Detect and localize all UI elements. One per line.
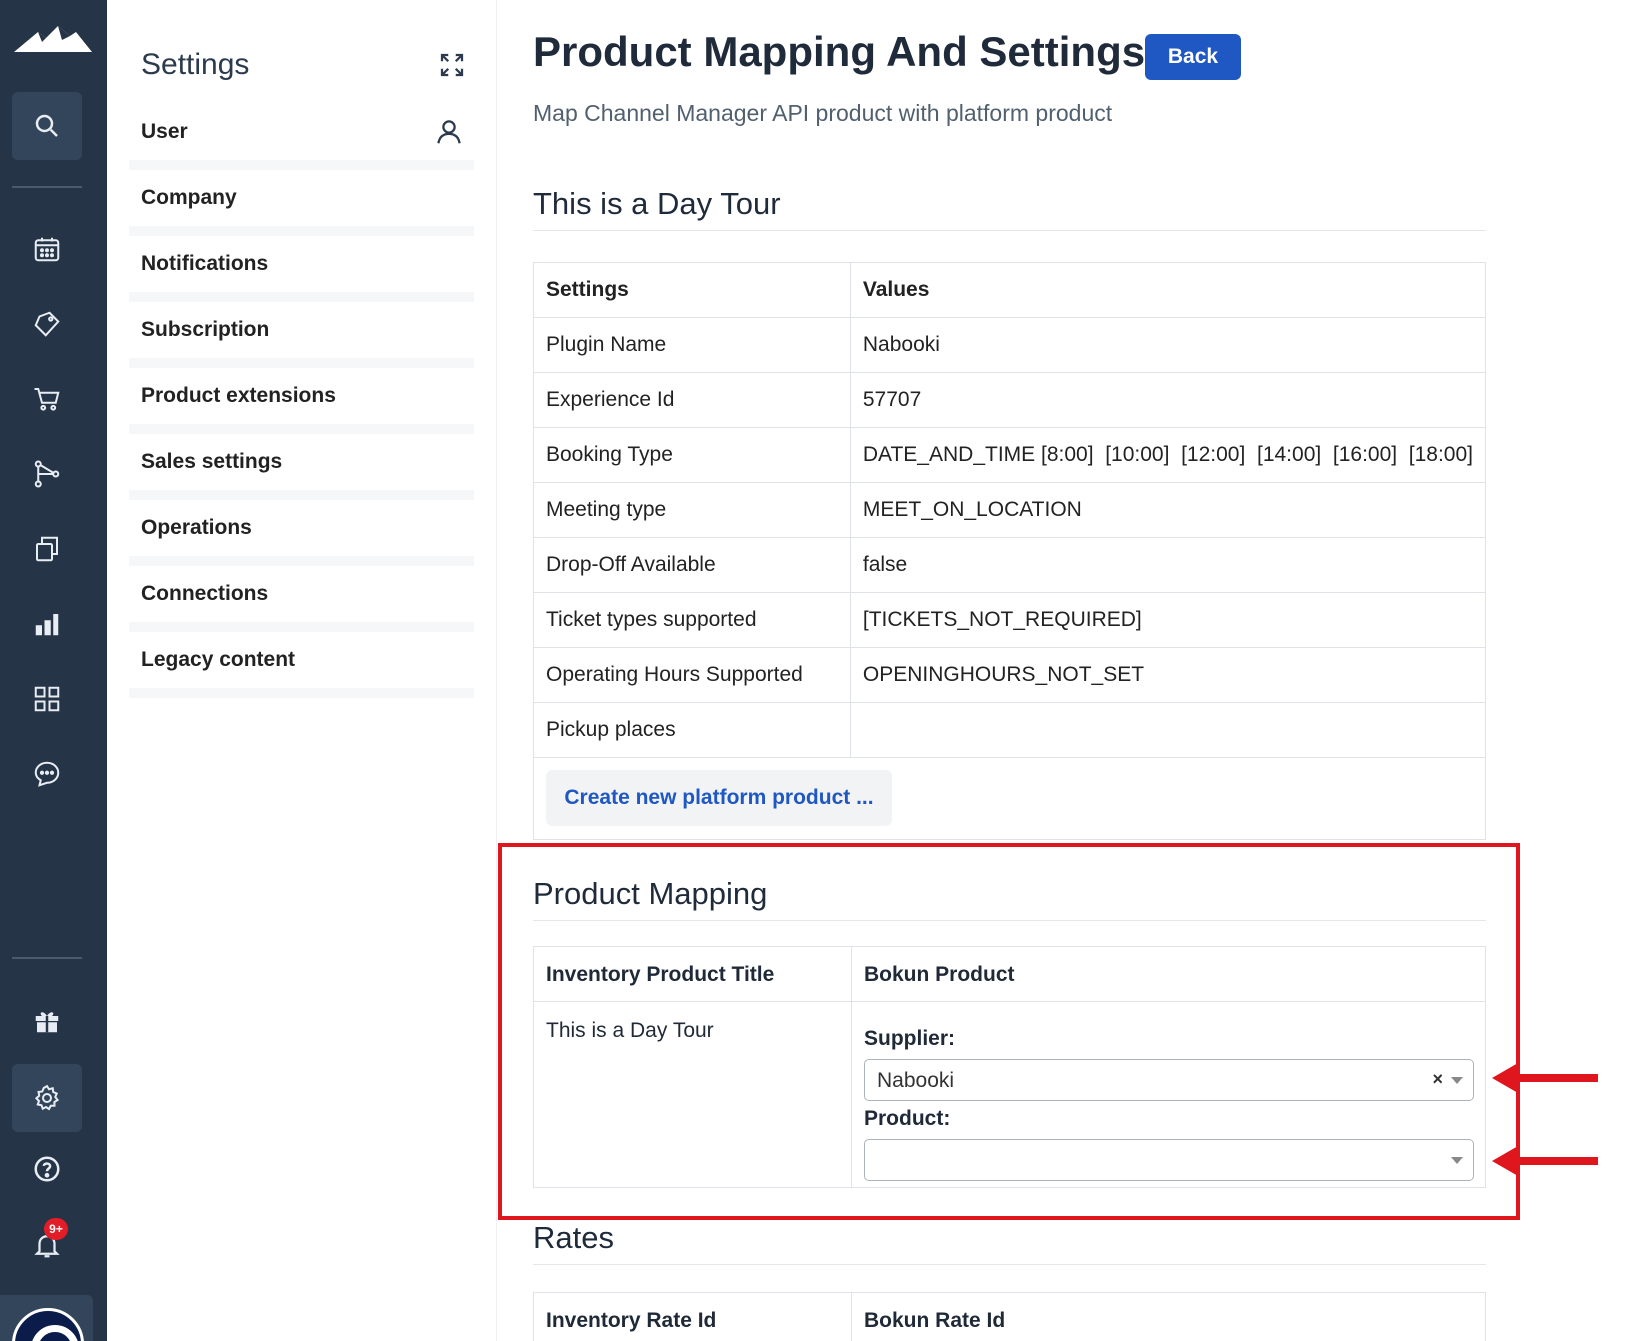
- gift-icon[interactable]: [26, 1000, 68, 1042]
- settings-item-product-extensions[interactable]: Product extensions: [129, 368, 474, 434]
- settings-item-label: Product extensions: [141, 384, 336, 407]
- page-title: Product Mapping And Settings: [533, 28, 1146, 75]
- rail-divider: [12, 957, 82, 959]
- calendar-icon[interactable]: [26, 228, 68, 270]
- column-header: Inventory Rate Id: [546, 1309, 717, 1332]
- table-row: Drop-Off Available false: [533, 537, 1487, 593]
- column-header: Settings: [533, 262, 851, 318]
- table-row: Experience Id 57707: [533, 372, 1487, 428]
- setting-name: Drop-Off Available: [533, 537, 851, 593]
- table-row: Pickup places: [533, 702, 1487, 758]
- column-header: Bokun Rate Id: [864, 1309, 1006, 1332]
- settings-item-label: Company: [141, 186, 237, 209]
- table-row: Meeting type MEET_ON_LOCATION: [533, 482, 1487, 538]
- rail-divider: [12, 186, 82, 188]
- rates-section-title: Rates: [533, 1220, 1486, 1265]
- setting-name: Booking Type: [533, 427, 851, 483]
- highlight-box: [498, 843, 1520, 1220]
- settings-item-notifications[interactable]: Notifications: [129, 236, 474, 302]
- setting-value: Nabooki: [849, 317, 1487, 373]
- settings-item-label: Sales settings: [141, 450, 283, 473]
- settings-item-legacy-content[interactable]: Legacy content: [129, 632, 474, 698]
- table-row: Operating Hours Supported OPENINGHOURS_NO…: [533, 647, 1487, 703]
- settings-item-operations[interactable]: Operations: [129, 500, 474, 566]
- arrow-left-icon: [1492, 1146, 1598, 1176]
- bar-chart-icon[interactable]: [26, 603, 68, 645]
- setting-value: DATE_AND_TIME [8:00] [10:00] [12:00] [14…: [849, 427, 1487, 483]
- setting-name: Experience Id: [533, 372, 851, 428]
- setting-value: MEET_ON_LOCATION: [849, 482, 1487, 538]
- settings-title: Settings: [141, 48, 250, 81]
- page-subtitle: Map Channel Manager API product with pla…: [533, 100, 1113, 126]
- back-button[interactable]: Back: [1145, 34, 1241, 80]
- settings-item-connections[interactable]: Connections: [129, 566, 474, 632]
- settings-item-company[interactable]: Company: [129, 170, 474, 236]
- setting-name: Pickup places: [533, 702, 851, 758]
- expand-icon[interactable]: [437, 50, 467, 80]
- settings-item-label: Legacy content: [141, 648, 296, 671]
- arrow-left-icon: [1492, 1063, 1598, 1093]
- mountain-logo-icon[interactable]: [12, 22, 94, 56]
- table-row: Ticket types supported [TICKETS_NOT_REQUI…: [533, 592, 1487, 648]
- setting-name: Meeting type: [533, 482, 851, 538]
- flow-branch-icon[interactable]: [26, 453, 68, 495]
- settings-item-sales-settings[interactable]: Sales settings: [129, 434, 474, 500]
- settings-item-label: Subscription: [141, 318, 270, 341]
- settings-item-label: Connections: [141, 582, 269, 605]
- dashboard-grid-icon[interactable]: [26, 678, 68, 720]
- settings-item-user[interactable]: User: [129, 104, 474, 170]
- setting-name: Ticket types supported: [533, 592, 851, 648]
- settings-item-subscription[interactable]: Subscription: [129, 302, 474, 368]
- settings-item-label: User: [141, 120, 188, 143]
- table-header-row: Settings Values: [533, 262, 1487, 318]
- table-row: Plugin Name Nabooki: [533, 317, 1487, 373]
- settings-panel: Settings User Company Notifications Subs…: [107, 0, 497, 1341]
- setting-value: [849, 702, 1487, 758]
- settings-item-label: Operations: [141, 516, 252, 539]
- setting-name: Plugin Name: [533, 317, 851, 373]
- setting-value: [TICKETS_NOT_REQUIRED]: [849, 592, 1487, 648]
- notifications-badge: 9+: [44, 1218, 68, 1240]
- settings-table: Settings Values Plugin Name Nabooki Exper…: [533, 262, 1487, 758]
- settings-menu: User Company Notifications Subscription …: [129, 104, 474, 698]
- setting-value: OPENINGHOURS_NOT_SET: [849, 647, 1487, 703]
- app-rail: 9+: [0, 0, 107, 1341]
- setting-name: Operating Hours Supported: [533, 647, 851, 703]
- tag-icon[interactable]: [26, 303, 68, 345]
- create-platform-product-button[interactable]: Create new platform product ...: [546, 770, 892, 826]
- create-product-cell: Create new platform product ...: [533, 758, 1486, 840]
- product-section-title: This is a Day Tour: [533, 186, 1486, 231]
- search-icon[interactable]: [12, 92, 82, 160]
- setting-value: false: [849, 537, 1487, 593]
- copy-icon[interactable]: [26, 528, 68, 570]
- help-icon[interactable]: [26, 1148, 68, 1190]
- chat-icon[interactable]: [26, 753, 68, 795]
- rates-table: Inventory Rate Id Bokun Rate Id: [533, 1292, 1486, 1341]
- column-header: Values: [849, 262, 1487, 318]
- user-icon: [437, 120, 461, 144]
- setting-value: 57707: [849, 372, 1487, 428]
- settings-item-label: Notifications: [141, 252, 269, 275]
- cart-icon[interactable]: [26, 378, 68, 420]
- column-divider: [851, 1293, 852, 1341]
- gear-icon[interactable]: [12, 1064, 82, 1132]
- table-row: Booking Type DATE_AND_TIME [8:00] [10:00]…: [533, 427, 1487, 483]
